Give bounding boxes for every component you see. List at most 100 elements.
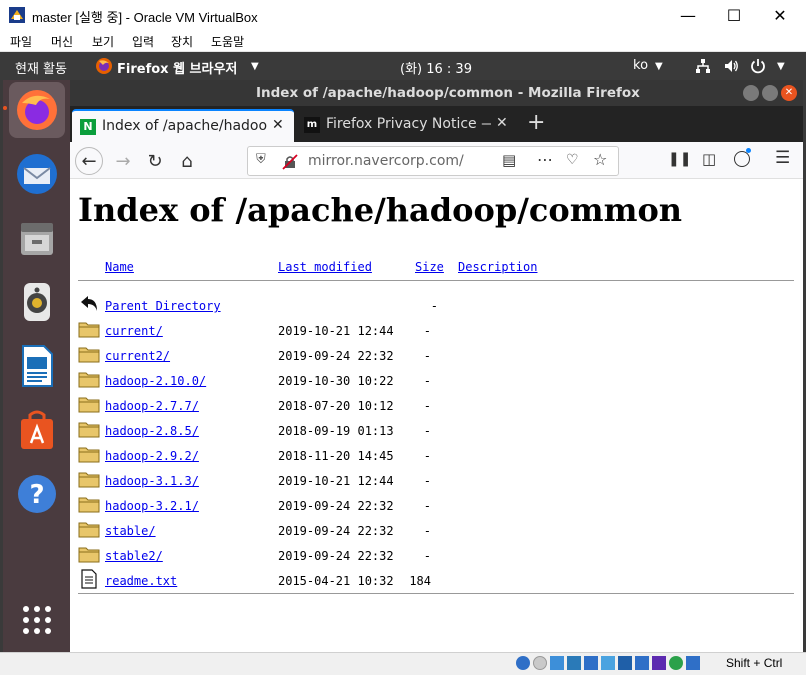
entry-link[interactable]: hadoop-2.10.0/ (105, 374, 206, 388)
entry-link[interactable]: stable/ (105, 524, 156, 538)
new-tab-icon[interactable]: + (527, 110, 545, 135)
sort-size-link[interactable]: Size (415, 260, 444, 274)
entry-size: - (423, 549, 431, 563)
menu-machine[interactable]: 머신 (51, 33, 73, 50)
power-icon[interactable] (749, 57, 767, 75)
clock[interactable]: (화) 16 : 39 (400, 58, 472, 77)
menu-input[interactable]: 입력 (132, 33, 154, 50)
entry-size: - (423, 524, 431, 538)
app-menu-arrow-icon[interactable]: ▼ (251, 61, 259, 72)
usb-icon[interactable] (584, 656, 598, 670)
network-icon[interactable] (695, 58, 711, 74)
reload-icon[interactable]: ↻ (141, 147, 169, 175)
entry-modified: 2015-04-21 10:32 (278, 574, 394, 588)
menu-view[interactable]: 보기 (92, 33, 114, 50)
page-content: Index of /apache/hadoop/common Name Last… (70, 179, 803, 652)
menu-help[interactable]: 도움말 (211, 33, 244, 50)
entry-size: - (423, 499, 431, 513)
forward-icon[interactable]: → (109, 147, 137, 175)
close-window-icon[interactable]: ✕ (781, 85, 797, 101)
menu-file[interactable]: 파일 (10, 33, 32, 50)
menu-devices[interactable]: 장치 (171, 33, 193, 50)
entry-link[interactable]: hadoop-2.7.7/ (105, 399, 199, 413)
volume-icon[interactable] (723, 58, 739, 74)
account-icon[interactable] (734, 148, 751, 167)
sort-description-link[interactable]: Description (458, 260, 537, 274)
back-icon[interactable]: ← (75, 147, 103, 175)
keyboard-layout[interactable]: ko (633, 58, 648, 73)
insecure-lock-icon[interactable] (282, 154, 298, 170)
hard-disk-icon[interactable] (516, 656, 530, 670)
page-heading: Index of /apache/hadoop/common (78, 191, 683, 229)
url-text[interactable]: mirror.navercorp.com/a (308, 153, 464, 169)
entry-link[interactable]: current/ (105, 324, 163, 338)
system-menu-arrow-icon[interactable]: ▼ (777, 61, 785, 72)
entry-modified: 2019-09-24 22:32 (278, 499, 394, 513)
reader-view-icon[interactable]: ▤ (502, 151, 516, 169)
account-badge (746, 148, 751, 153)
parent-directory-link[interactable]: Parent Directory (105, 299, 221, 313)
shield-icon[interactable]: ⛨ (256, 152, 266, 167)
host-key-label[interactable]: Shift + Ctrl (726, 656, 782, 670)
entry-link[interactable]: current2/ (105, 349, 170, 363)
close-icon[interactable]: ✕ (760, 4, 800, 28)
app-menu-label[interactable]: Firefox 웹 브라우저 (117, 58, 237, 77)
entry-link[interactable]: hadoop-3.2.1/ (105, 499, 199, 513)
entry-link[interactable]: hadoop-2.9.2/ (105, 449, 199, 463)
audio-icon[interactable] (550, 656, 564, 670)
optical-drive-icon[interactable] (533, 656, 547, 670)
folder-icon (78, 372, 100, 388)
tab-index-of-hadoop[interactable]: N Index of /apache/hadoop ✕ (72, 109, 294, 142)
dock-software-center[interactable] (9, 402, 65, 458)
entry-size: - (423, 449, 431, 463)
home-icon[interactable]: ⌂ (173, 147, 201, 175)
bookmark-star-icon[interactable]: ☆ (593, 150, 607, 169)
dock-help[interactable]: ? (9, 466, 65, 522)
virtualization-icon[interactable] (652, 656, 666, 670)
minimize-icon[interactable]: — (668, 4, 708, 28)
parent-directory-row: Parent Directory - (70, 296, 803, 324)
video-capture-icon[interactable] (635, 656, 649, 670)
keyboard-arrow-icon[interactable]: ▼ (655, 61, 663, 72)
dock-libreoffice-writer[interactable] (9, 338, 65, 394)
sidebar-icon[interactable]: ◫ (702, 150, 716, 168)
entry-link[interactable]: hadoop-3.1.3/ (105, 474, 199, 488)
entry-link[interactable]: readme.txt (105, 574, 177, 588)
network-adapter-icon[interactable] (567, 656, 581, 670)
entry-modified: 2018-09-19 01:13 (278, 424, 394, 438)
sort-modified-link[interactable]: Last modified (278, 260, 372, 274)
shared-folders-icon[interactable] (601, 656, 615, 670)
hamburger-menu-icon[interactable]: ☰ (775, 148, 790, 168)
naver-favicon-icon: N (80, 119, 96, 135)
folder-icon (78, 347, 100, 363)
thunderbird-icon (17, 154, 57, 194)
entry-modified: 2019-09-24 22:32 (278, 349, 394, 363)
tab-firefox-privacy-notice[interactable]: m Firefox Privacy Notice — ✕ (298, 109, 520, 142)
sort-name-link[interactable]: Name (105, 260, 134, 274)
pocket-icon[interactable]: ♡ (566, 152, 579, 168)
activities-button[interactable]: 현재 활동 (15, 58, 67, 77)
virtualbox-statusbar: Shift + Ctrl (0, 652, 806, 675)
dock-files[interactable] (9, 210, 65, 266)
minimize-window-icon[interactable] (743, 85, 759, 101)
url-bar[interactable]: ⛨ mirror.navercorp.com/a ▤ ⋯ ♡ ☆ (247, 146, 619, 176)
table-row: hadoop-2.8.5/2018-09-19 01:13 - (70, 422, 803, 449)
page-actions-icon[interactable]: ⋯ (537, 150, 553, 169)
display-icon[interactable] (618, 656, 632, 670)
cpu-execution-icon[interactable] (669, 656, 683, 670)
library-icon[interactable]: ❚❚ (668, 151, 691, 167)
dock-rhythmbox[interactable] (9, 274, 65, 330)
table-row: readme.txt 2015-04-21 10:32 184 (70, 569, 803, 599)
entry-link[interactable]: stable2/ (105, 549, 163, 563)
folder-icon (78, 497, 100, 513)
show-applications-button[interactable] (9, 592, 65, 648)
dock-firefox[interactable] (9, 82, 65, 138)
tab-close-icon[interactable]: ✕ (272, 117, 284, 133)
maximize-window-icon[interactable] (762, 85, 778, 101)
entry-link[interactable]: hadoop-2.8.5/ (105, 424, 199, 438)
maximize-icon[interactable]: ☐ (714, 4, 754, 28)
tab-close-icon[interactable]: ✕ (496, 115, 508, 131)
firefox-window-title: Index of /apache/hadoop/common - Mozilla… (256, 85, 640, 101)
dock-thunderbird[interactable] (9, 146, 65, 202)
mouse-integration-icon[interactable] (686, 656, 700, 670)
